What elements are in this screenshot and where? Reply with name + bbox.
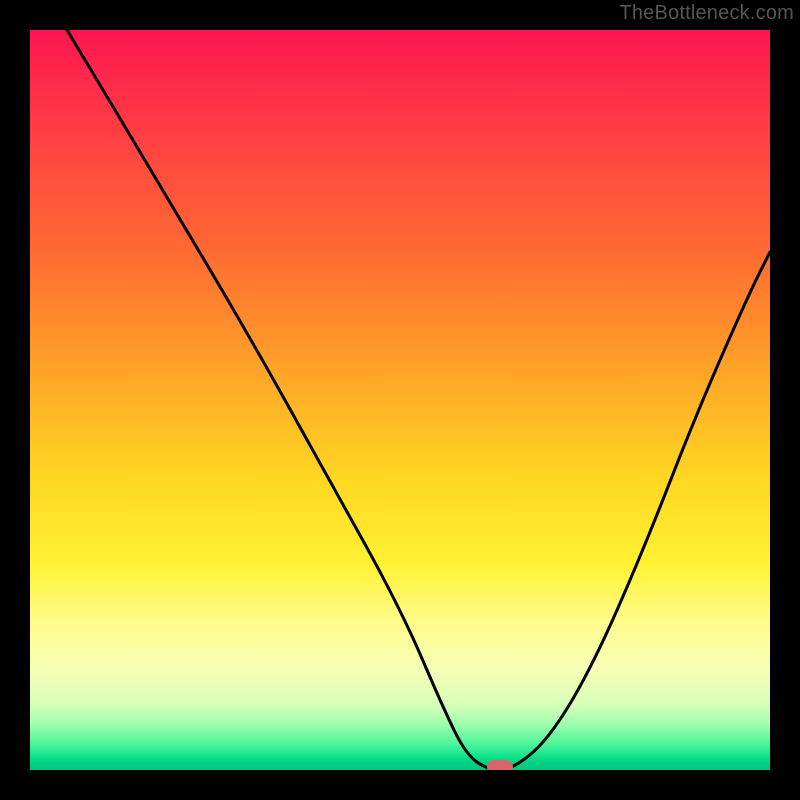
watermark-text: TheBottleneck.com bbox=[619, 2, 794, 25]
chart-container: TheBottleneck.com bbox=[0, 0, 800, 800]
bottleneck-curve bbox=[30, 30, 770, 770]
plot-area bbox=[30, 30, 770, 770]
optimal-marker bbox=[487, 760, 513, 770]
